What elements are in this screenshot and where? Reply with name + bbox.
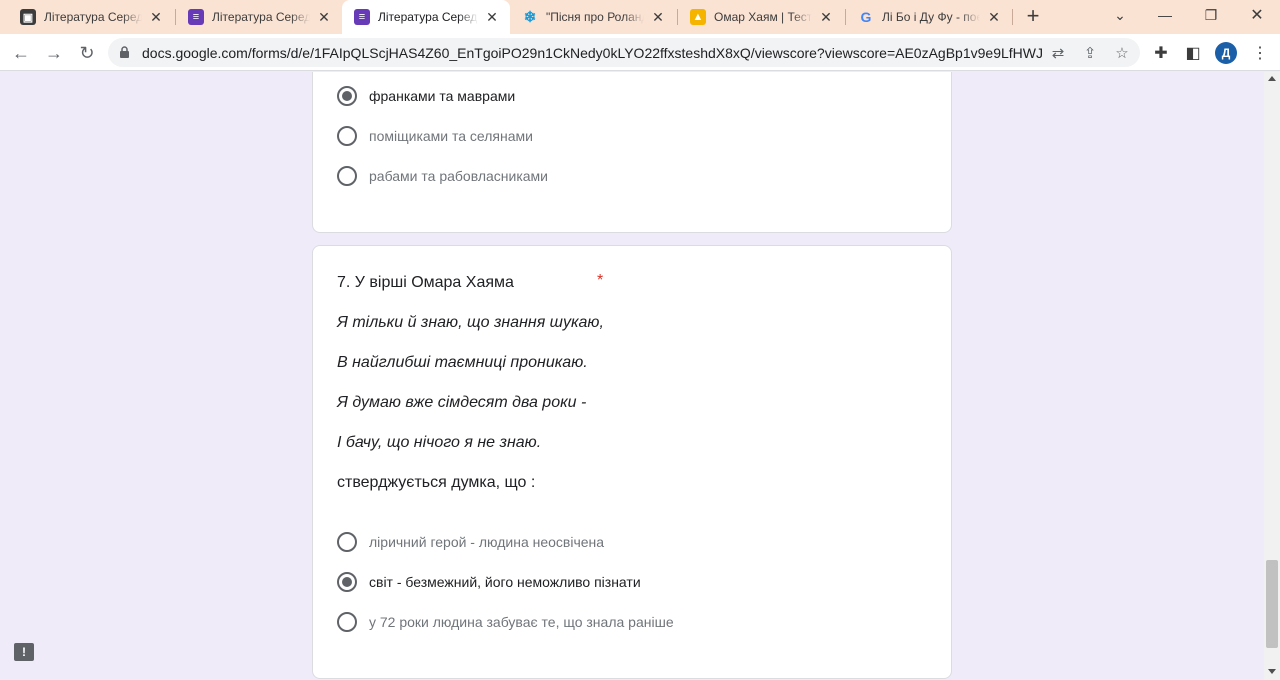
- tab-search-button[interactable]: ⌄: [1097, 0, 1143, 30]
- option-label: ліричний герой - людина неосвічена: [369, 534, 605, 550]
- test-icon: ▲: [690, 9, 706, 25]
- option-label: франками та маврами: [369, 88, 516, 104]
- close-icon[interactable]: ✕: [986, 9, 1002, 25]
- tab-li-bo-du-fu[interactable]: G Лі Бо і Ду Фу - поє ✕: [846, 0, 1012, 34]
- tab-separator: [1012, 9, 1013, 25]
- minimize-button[interactable]: —: [1142, 0, 1188, 30]
- tab-title: "Пісня про Роланд: [546, 10, 644, 24]
- scroll-down-arrow[interactable]: [1268, 669, 1276, 674]
- restore-button[interactable]: ❐: [1188, 0, 1234, 30]
- tab-title: Література Середн: [212, 10, 310, 24]
- close-icon[interactable]: ✕: [484, 9, 500, 25]
- close-icon[interactable]: ✕: [148, 9, 164, 25]
- tab-strip: ▣ Література Середн ✕ ≡ Література Серед…: [0, 0, 1280, 34]
- menu-icon[interactable]: ⋮: [1249, 42, 1271, 64]
- close-icon[interactable]: ✕: [818, 9, 834, 25]
- poem-line: Я думаю вже сімдесят два роки -: [337, 394, 587, 411]
- tab-song-of-roland[interactable]: ❄ "Пісня про Роланд ✕: [510, 0, 676, 34]
- question-card-6: франками та маврами поміщиками та селяна…: [312, 72, 952, 233]
- side-panel-icon[interactable]: ◧: [1182, 42, 1204, 64]
- option-label: поміщиками та селянами: [369, 128, 533, 144]
- snowflake-icon: ❄: [523, 9, 537, 26]
- scroll-up-arrow[interactable]: [1268, 76, 1276, 81]
- forward-button[interactable]: →: [41, 40, 67, 66]
- option-2[interactable]: поміщиками та селянами: [337, 124, 533, 148]
- poem-line: І бачу, що нічого я не знаю.: [337, 434, 542, 451]
- option-1[interactable]: ліричний герой - людина неосвічена: [337, 530, 604, 554]
- google-icon: G: [860, 9, 872, 25]
- close-window-button[interactable]: ✕: [1234, 0, 1280, 30]
- url-text[interactable]: docs.google.com/forms/d/e/1FAIpQLScjHAS4…: [142, 45, 1042, 61]
- extensions-icon[interactable]: ✚: [1150, 42, 1172, 64]
- form-page: франками та маврами поміщиками та селяна…: [0, 72, 1264, 680]
- tab-title: Література Середн: [378, 10, 478, 24]
- lock-icon: [120, 46, 129, 58]
- tab-classroom-literature[interactable]: ▣ Література Середн ✕: [8, 0, 174, 34]
- radio-unchecked[interactable]: [337, 126, 357, 146]
- poem-line: Я тільки й знаю, що знання шукаю,: [337, 314, 604, 331]
- option-3[interactable]: у 72 роки людина забуває те, що знала ра…: [337, 610, 674, 634]
- address-bar[interactable]: docs.google.com/forms/d/e/1FAIpQLScjHAS4…: [108, 38, 1140, 67]
- back-button[interactable]: ←: [8, 40, 34, 66]
- browser-toolbar: ← → ↻ docs.google.com/forms/d/e/1FAIpQLS…: [0, 34, 1280, 71]
- forms-icon: ≡: [354, 9, 370, 25]
- new-tab-button[interactable]: +: [1021, 5, 1045, 29]
- option-label: світ - безмежний, його неможливо пізнати: [369, 574, 641, 590]
- reload-button[interactable]: ↻: [74, 40, 100, 66]
- close-icon[interactable]: ✕: [650, 9, 666, 25]
- option-2[interactable]: світ - безмежний, його неможливо пізнати: [337, 570, 641, 594]
- tab-title: Лі Бо і Ду Фу - поє: [882, 10, 980, 24]
- question-title: 7. У вірші Омара Хаяма: [337, 274, 514, 291]
- forms-icon: ≡: [188, 9, 204, 25]
- translate-icon[interactable]: ⇄: [1048, 43, 1068, 63]
- report-feedback-icon[interactable]: !: [14, 643, 34, 661]
- close-icon[interactable]: ✕: [316, 9, 332, 25]
- option-label: у 72 роки людина забуває те, що знала ра…: [369, 614, 674, 630]
- tab-title: Література Середн: [44, 10, 142, 24]
- tab-forms-literature-active[interactable]: ≡ Література Середн ✕: [342, 0, 510, 34]
- radio-checked[interactable]: [337, 86, 357, 106]
- page-scrollbar[interactable]: [1264, 72, 1280, 680]
- radio-unchecked[interactable]: [337, 532, 357, 552]
- question-tail: стверджується думка, що :: [337, 474, 536, 491]
- scroll-thumb[interactable]: [1266, 560, 1278, 648]
- tab-omar-khayyam-test[interactable]: ▲ Омар Хаям | Тест з ✕: [678, 0, 844, 34]
- option-1[interactable]: франками та маврами: [337, 84, 515, 108]
- question-card-7: 7. У вірші Омара Хаяма * Я тільки й знаю…: [312, 245, 952, 679]
- poem-line: В найглибші таємниці проникаю.: [337, 354, 588, 371]
- radio-checked[interactable]: [337, 572, 357, 592]
- radio-unchecked[interactable]: [337, 166, 357, 186]
- profile-avatar[interactable]: Д: [1215, 42, 1237, 64]
- radio-unchecked[interactable]: [337, 612, 357, 632]
- tab-forms-literature-1[interactable]: ≡ Література Середн ✕: [176, 0, 342, 34]
- option-label: рабами та рабовласниками: [369, 168, 548, 184]
- share-icon[interactable]: ⇪: [1080, 43, 1100, 63]
- classroom-icon: ▣: [20, 9, 36, 25]
- bookmark-star-icon[interactable]: ☆: [1112, 43, 1132, 63]
- required-asterisk: *: [597, 272, 604, 289]
- tab-title: Омар Хаям | Тест з: [714, 10, 812, 24]
- option-3[interactable]: рабами та рабовласниками: [337, 164, 548, 188]
